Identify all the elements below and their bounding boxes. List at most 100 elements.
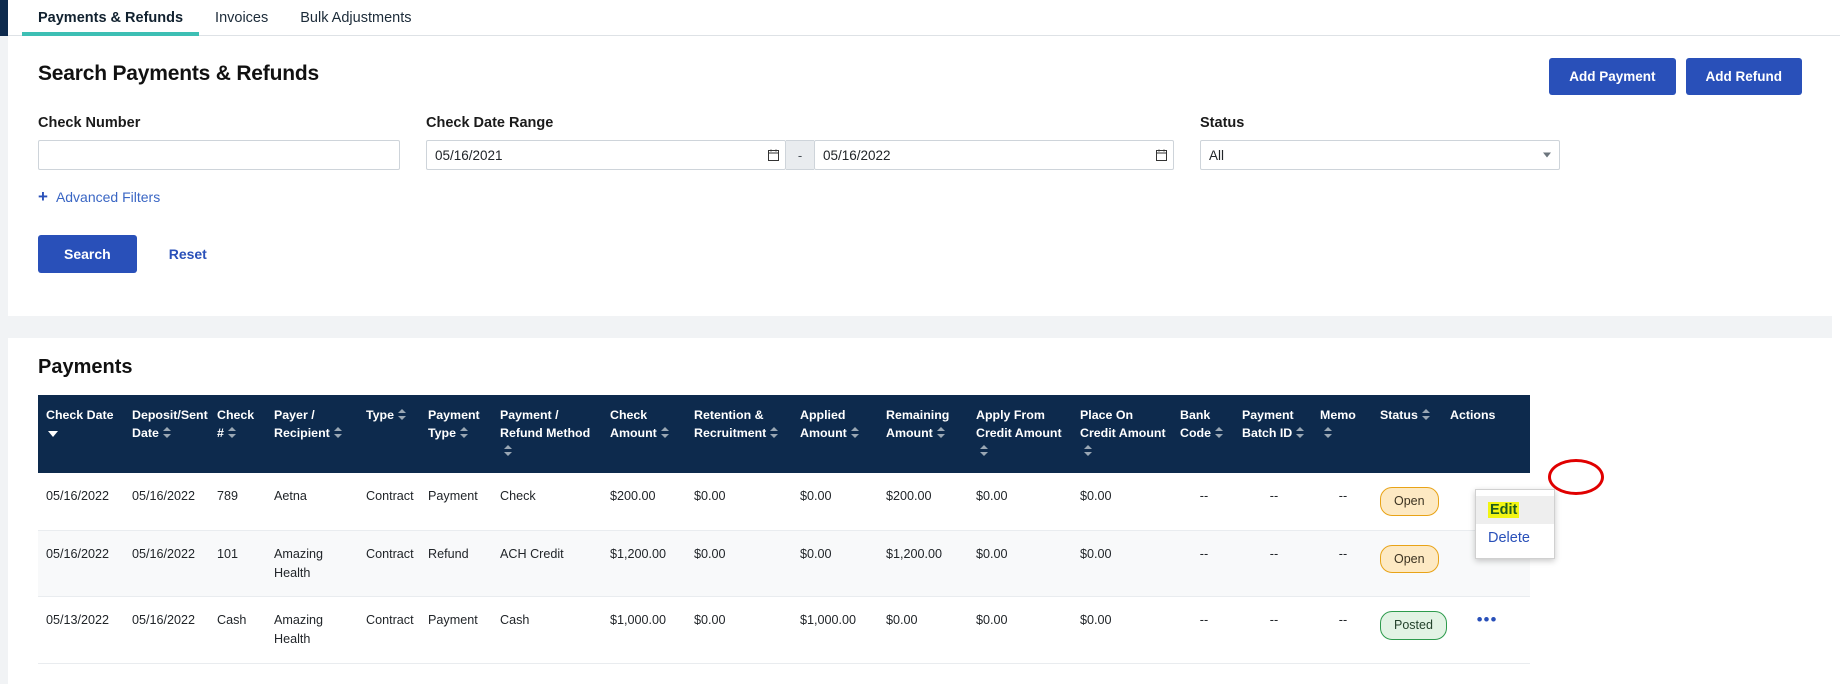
tab-payments-refunds[interactable]: Payments & Refunds [22,0,200,36]
cell-retention-recruitment: $0.00 [686,596,792,665]
cell-apply-from-credit-amount: $0.00 [968,596,1072,665]
table-row[interactable]: 05/16/2022 05/16/2022 789 Aetna Contract… [38,472,1530,531]
add-refund-button[interactable]: Add Refund [1685,58,1802,95]
sort-icon [162,426,172,438]
col-remaining-amount[interactable]: Remaining Amount [878,395,968,473]
col-retention-recruitment[interactable]: Retention & Recruitment [686,395,792,473]
check-date-range-group: Check Date Range - [426,115,1174,170]
sort-icon [1296,426,1305,438]
col-check-amount[interactable]: Check Amount [602,395,686,473]
sort-icon [936,426,946,438]
left-rail-lower [0,36,8,684]
cell-apply-from-credit-amount: $0.00 [968,472,1072,531]
cell-check-amount: $1,200.00 [602,530,686,598]
filter-row: Check Number Check Date Range - [38,115,1802,170]
cell-actions: ••• [1442,596,1530,665]
sort-icon [1214,426,1224,438]
col-payer-recipient[interactable]: Payer / Recipient [266,395,358,473]
date-to-input[interactable] [814,140,1174,170]
cell-memo: -- [1312,596,1372,665]
col-place-on-credit-amount[interactable]: Place On Credit Amount [1072,395,1172,473]
date-range-control: - [426,140,1174,170]
header-action-buttons: Add Payment Add Refund [1549,58,1802,95]
add-payment-button[interactable]: Add Payment [1549,58,1676,95]
table-row[interactable]: 05/16/2022 05/16/2022 101 Amazing Health… [38,530,1530,598]
date-from-input[interactable] [426,140,786,170]
table-header: Check Date Deposit/Sent Date Check # Pay… [38,395,1530,473]
payments-title: Payments [38,356,133,378]
col-bank-code[interactable]: Bank Code [1172,395,1234,473]
cell-check-number: 101 [209,530,266,598]
advanced-filters-toggle[interactable]: + Advanced Filters [38,188,160,205]
col-check-number[interactable]: Check # [209,395,266,473]
cell-applied-amount: $0.00 [792,530,878,598]
cell-check-number: 789 [209,472,266,531]
section-divider [8,316,1832,338]
cell-bank-code: -- [1172,596,1234,665]
sort-icon [1421,409,1431,420]
status-select-wrapper [1200,140,1560,170]
cell-payer-recipient: Amazing Health [266,530,358,598]
cell-status: Posted [1372,596,1447,665]
cell-payment-batch-id: -- [1234,472,1312,531]
cell-method: ACH Credit [492,530,602,598]
cell-payment-type: Refund [420,530,492,598]
check-number-group: Check Number [38,115,400,170]
cell-deposit-sent-date: 05/16/2022 [124,596,209,665]
col-check-date[interactable]: Check Date [38,395,124,473]
cell-type: Contract [358,596,420,665]
tab-bar: Payments & Refunds Invoices Bulk Adjustm… [0,0,1840,36]
row-actions-menu-button[interactable]: ••• [1477,610,1498,629]
tab-label: Payments & Refunds [38,10,184,26]
sort-icon [850,426,860,438]
sort-icon [1324,426,1333,438]
sort-icon [460,426,469,438]
col-payment-type[interactable]: Payment Type [420,395,492,473]
search-action-row: Search Reset [38,235,1802,273]
cell-applied-amount: $1,000.00 [792,596,878,665]
context-menu-delete[interactable]: Delete [1476,524,1554,552]
cell-payment-type: Payment [420,596,492,665]
cell-bank-code: -- [1172,530,1234,598]
status-select[interactable] [1200,140,1560,170]
status-group: Status [1200,115,1560,170]
col-apply-from-credit-amount[interactable]: Apply From Credit Amount [968,395,1072,473]
col-memo[interactable]: Memo [1312,395,1372,473]
cell-bank-code: -- [1172,472,1234,531]
cell-deposit-sent-date: 05/16/2022 [124,472,209,531]
advanced-filters-label: Advanced Filters [55,188,161,205]
cell-retention-recruitment: $0.00 [686,530,792,598]
cell-deposit-sent-date: 05/16/2022 [124,530,209,598]
cell-type: Contract [358,530,420,598]
col-payment-refund-method[interactable]: Payment / Refund Method [492,395,602,473]
col-deposit-sent-date[interactable]: Deposit/Sent Date [124,395,209,473]
cell-place-on-credit-amount: $0.00 [1072,596,1172,665]
cell-check-date: 05/16/2022 [38,472,124,531]
col-payment-batch-id[interactable]: Payment Batch ID [1234,395,1312,473]
col-applied-amount[interactable]: Applied Amount [792,395,878,473]
cell-check-date: 05/16/2022 [38,530,124,598]
date-to-wrapper [814,140,1174,170]
status-badge: Posted [1380,611,1447,641]
col-type[interactable]: Type [358,395,420,473]
col-status[interactable]: Status [1372,395,1442,473]
status-label: Status [1200,115,1245,131]
reset-button[interactable]: Reset [159,235,217,273]
cell-memo: -- [1312,472,1372,531]
context-menu-edit[interactable]: Edit [1476,496,1554,524]
cell-retention-recruitment: $0.00 [686,472,792,531]
tab-bulk-adjustments[interactable]: Bulk Adjustments [284,0,427,36]
cell-payment-batch-id: -- [1234,530,1312,598]
check-number-input[interactable] [38,140,400,170]
sort-icon [227,426,237,438]
tab-invoices[interactable]: Invoices [199,0,284,36]
cell-place-on-credit-amount: $0.00 [1072,530,1172,598]
cell-status: Open [1372,472,1442,531]
cell-payment-type: Payment [420,472,492,531]
sort-icon [333,426,343,438]
cell-memo: -- [1312,530,1372,598]
row-actions-context-menu: Edit Delete [1475,489,1555,559]
table-row[interactable]: 05/13/2022 05/16/2022 Cash Amazing Healt… [38,596,1530,665]
search-button[interactable]: Search [38,235,137,273]
sort-icon [1084,444,1093,456]
